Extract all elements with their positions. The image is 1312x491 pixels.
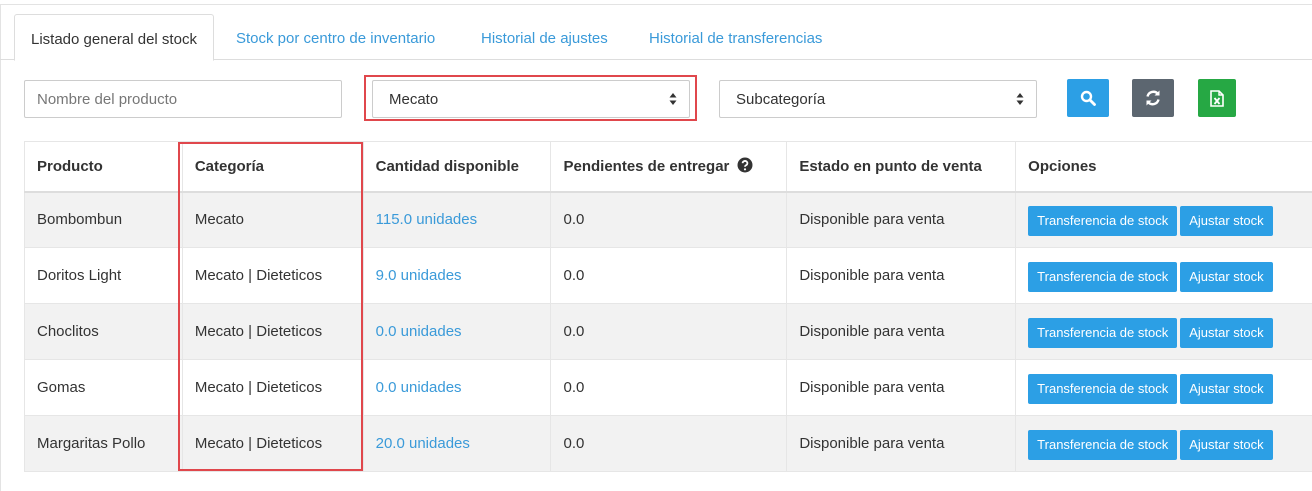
refresh-icon — [1146, 90, 1160, 106]
search-button[interactable] — [1067, 79, 1109, 117]
header-options: Opciones — [1015, 141, 1312, 193]
adjust-stock-button[interactable]: Ajustar stock — [1180, 373, 1273, 404]
tab-listado-general[interactable]: Listado general del stock — [14, 14, 214, 61]
table-row: Doritos Light Mecato | Dieteticos 9.0 un… — [24, 247, 1312, 304]
cell-options: Transferencia de stock Ajustar stock — [1015, 303, 1312, 360]
transfer-stock-button[interactable]: Transferencia de stock — [1028, 205, 1178, 236]
transfer-stock-button[interactable]: Transferencia de stock — [1028, 317, 1178, 348]
subcategory-select[interactable]: Subcategoría — [719, 80, 1037, 118]
qty-link[interactable]: 0.0 unidades — [376, 323, 462, 340]
refresh-button[interactable] — [1132, 79, 1174, 117]
cell-pending: 0.0 — [550, 359, 788, 416]
cell-status: Disponible para venta — [786, 415, 1017, 472]
header-pending: Pendientes de entregar — [550, 141, 788, 193]
cell-category: Mecato — [181, 191, 364, 248]
product-name-input[interactable] — [24, 80, 342, 118]
cell-options: Transferencia de stock Ajustar stock — [1015, 247, 1312, 304]
tab-historial-transferencias[interactable]: Historial de transferencias — [633, 14, 838, 60]
qty-link[interactable]: 0.0 unidades — [376, 379, 462, 396]
select-arrows-icon — [1016, 93, 1024, 105]
table-row: Choclitos Mecato | Dieteticos 0.0 unidad… — [24, 303, 1312, 360]
cell-qty: 20.0 unidades — [362, 415, 552, 472]
cell-options: Transferencia de stock Ajustar stock — [1015, 191, 1312, 248]
transfer-stock-button[interactable]: Transferencia de stock — [1028, 429, 1178, 460]
cell-product: Bombombun — [24, 191, 183, 248]
header-qty: Cantidad disponible — [362, 141, 552, 193]
transfer-stock-button[interactable]: Transferencia de stock — [1028, 261, 1178, 292]
cell-options: Transferencia de stock Ajustar stock — [1015, 359, 1312, 416]
table-row: Margaritas Pollo Mecato | Dieteticos 20.… — [24, 415, 1312, 472]
cell-qty: 0.0 unidades — [362, 359, 552, 416]
tab-bar: Listado general del stock Stock por cent… — [0, 14, 1312, 61]
adjust-stock-button[interactable]: Ajustar stock — [1180, 317, 1273, 348]
table-row: Gomas Mecato | Dieteticos 0.0 unidades 0… — [24, 359, 1312, 416]
cell-product: Choclitos — [24, 303, 183, 360]
category-select[interactable]: Mecato — [372, 80, 690, 118]
tab-stock-por-centro[interactable]: Stock por centro de inventario — [220, 14, 451, 60]
qty-link[interactable]: 20.0 unidades — [376, 435, 470, 452]
adjust-stock-button[interactable]: Ajustar stock — [1180, 429, 1273, 460]
header-product: Producto — [24, 141, 183, 193]
cell-status: Disponible para venta — [786, 303, 1017, 360]
cell-category: Mecato | Dieteticos — [181, 359, 364, 416]
transfer-stock-button[interactable]: Transferencia de stock — [1028, 373, 1178, 404]
cell-qty: 0.0 unidades — [362, 303, 552, 360]
qty-link[interactable]: 115.0 unidades — [376, 211, 477, 228]
cell-status: Disponible para venta — [786, 191, 1017, 248]
cell-qty: 115.0 unidades — [362, 191, 552, 248]
cell-category: Mecato | Dieteticos — [181, 303, 364, 360]
cell-product: Doritos Light — [24, 247, 183, 304]
search-icon — [1080, 90, 1096, 106]
header-status: Estado en punto de venta — [786, 141, 1017, 193]
cell-pending: 0.0 — [550, 191, 788, 248]
category-select-value: Mecato — [389, 91, 439, 108]
header-category: Categoría — [181, 141, 364, 193]
table-row: Bombombun Mecato 115.0 unidades 0.0 Disp… — [24, 191, 1312, 248]
tab-historial-ajustes[interactable]: Historial de ajustes — [465, 14, 624, 60]
qty-link[interactable]: 9.0 unidades — [376, 267, 462, 284]
cell-product: Gomas — [24, 359, 183, 416]
stock-table: Producto Categoría Cantidad disponible P… — [24, 141, 1312, 472]
cell-product: Margaritas Pollo — [24, 415, 183, 472]
cell-pending: 0.0 — [550, 415, 788, 472]
question-circle-icon[interactable] — [737, 157, 753, 173]
cell-category: Mecato | Dieteticos — [181, 415, 364, 472]
select-arrows-icon — [669, 93, 677, 105]
cell-pending: 0.0 — [550, 247, 788, 304]
cell-qty: 9.0 unidades — [362, 247, 552, 304]
cell-category: Mecato | Dieteticos — [181, 247, 364, 304]
cell-pending: 0.0 — [550, 303, 788, 360]
adjust-stock-button[interactable]: Ajustar stock — [1180, 205, 1273, 236]
table-header-row: Producto Categoría Cantidad disponible P… — [24, 141, 1312, 193]
excel-icon — [1210, 89, 1224, 107]
export-excel-button[interactable] — [1198, 79, 1236, 117]
cell-status: Disponible para venta — [786, 359, 1017, 416]
subcategory-select-value: Subcategoría — [736, 91, 826, 108]
cell-status: Disponible para venta — [786, 247, 1017, 304]
adjust-stock-button[interactable]: Ajustar stock — [1180, 261, 1273, 292]
header-pending-label: Pendientes de entregar — [563, 158, 730, 176]
cell-options: Transferencia de stock Ajustar stock — [1015, 415, 1312, 472]
